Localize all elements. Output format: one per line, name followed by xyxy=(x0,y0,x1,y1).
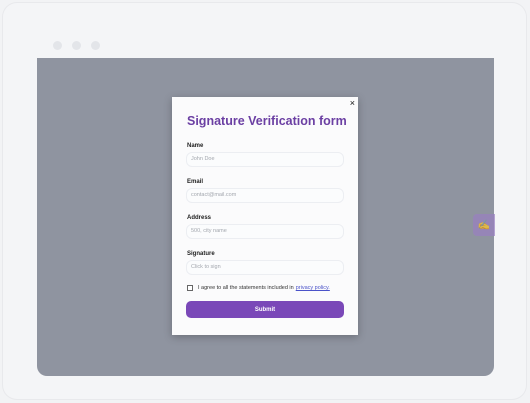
signature-field[interactable]: Click to sign xyxy=(186,260,344,275)
agree-checkbox[interactable] xyxy=(187,285,193,291)
address-label: Address xyxy=(187,215,212,221)
privacy-policy-link[interactable]: privacy policy. xyxy=(296,285,330,291)
address-field[interactable]: 500, city name xyxy=(186,224,344,239)
window-controls xyxy=(53,41,100,50)
signature-label: Signature xyxy=(187,251,215,257)
name-field[interactable]: John Doe xyxy=(186,152,344,167)
window-dot-3[interactable] xyxy=(91,41,100,50)
email-label: Email xyxy=(187,179,204,185)
signature-form-modal: × Signature Verification form Name John … xyxy=(172,97,358,335)
agree-text: I agree to all the statements included i… xyxy=(198,285,294,291)
close-icon[interactable]: × xyxy=(350,99,355,108)
signature-icon: ✍ xyxy=(477,219,491,231)
window-dot-1[interactable] xyxy=(53,41,62,50)
signature-side-tab[interactable]: ✍ xyxy=(473,214,495,236)
submit-button[interactable]: Submit xyxy=(186,301,344,318)
email-field[interactable]: contact@mail.com xyxy=(186,188,344,203)
agree-row: I agree to all the statements included i… xyxy=(187,285,330,291)
name-label: Name xyxy=(187,143,204,149)
window-dot-2[interactable] xyxy=(72,41,81,50)
form-title: Signature Verification form xyxy=(187,114,347,128)
